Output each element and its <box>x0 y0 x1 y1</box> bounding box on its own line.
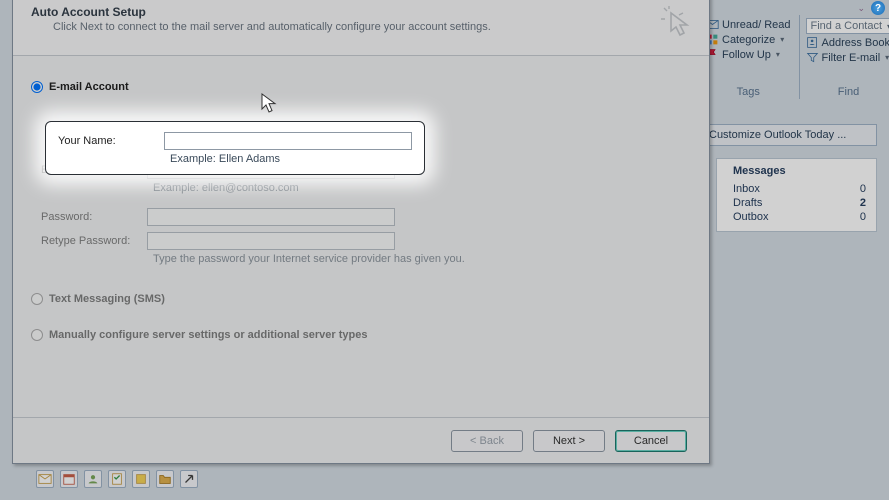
wizard-cursor-icon <box>655 5 695 45</box>
radio-input[interactable] <box>31 329 43 341</box>
list-item-label: Inbox <box>733 183 760 195</box>
field-your-name: Your Name: <box>58 132 412 150</box>
auto-account-setup-dialog: Auto Account Setup Click Next to connect… <box>12 0 710 464</box>
messages-panel: Messages Inbox 0 Drafts 2 Outbox 0 <box>716 158 877 232</box>
notes-icon[interactable] <box>132 470 150 488</box>
radio-email-account[interactable]: E-mail Account <box>31 81 691 93</box>
highlighted-your-name-field: Your Name: Example: Ellen Adams <box>45 121 425 175</box>
radio-input[interactable] <box>31 293 43 305</box>
messages-row-inbox[interactable]: Inbox 0 <box>727 183 866 195</box>
calendar-icon[interactable] <box>60 470 78 488</box>
radio-manual-config[interactable]: Manually configure server settings or ad… <box>31 329 691 341</box>
ribbon-group-find: Find a Contact▾ Address Book Filter E-ma… <box>799 15 889 99</box>
ribbon-collapse-chevron[interactable]: ⌄ <box>857 3 865 14</box>
unread-read-label: Unread/ Read <box>722 19 791 31</box>
contacts-icon[interactable] <box>84 470 102 488</box>
list-item-count: 0 <box>860 183 866 195</box>
your-name-input[interactable] <box>164 132 412 150</box>
ribbon-group-title: Tags <box>737 86 760 98</box>
customize-label: Customize Outlook Today ... <box>709 129 846 141</box>
folders-icon[interactable] <box>156 470 174 488</box>
list-item-label: Drafts <box>733 197 762 209</box>
password-hint: Type the password your Internet service … <box>153 253 691 265</box>
shortcuts-icon[interactable] <box>180 470 198 488</box>
find-contact-input[interactable]: Find a Contact▾ <box>806 18 889 34</box>
your-name-example: Example: Ellen Adams <box>170 153 412 165</box>
dialog-title: Auto Account Setup <box>31 5 491 19</box>
list-item-count: 2 <box>860 197 866 209</box>
nav-dock <box>36 470 198 488</box>
password-input[interactable] <box>147 208 395 226</box>
next-button[interactable]: Next > <box>533 430 605 452</box>
filter-email-label: Filter E-mail <box>822 52 881 64</box>
messages-row-outbox[interactable]: Outbox 0 <box>727 211 866 223</box>
field-label: Retype Password: <box>41 235 137 247</box>
field-retype-password: Retype Password: <box>41 232 691 250</box>
back-button: < Back <box>451 430 523 452</box>
mail-icon[interactable] <box>36 470 54 488</box>
address-book-label: Address Book <box>822 37 889 49</box>
retype-password-input[interactable] <box>147 232 395 250</box>
follow-up-label: Follow Up <box>722 49 771 61</box>
address-book-icon <box>806 36 819 49</box>
messages-title: Messages <box>727 165 866 177</box>
radio-label: Manually configure server settings or ad… <box>49 329 368 341</box>
funnel-icon <box>806 51 819 64</box>
radio-input[interactable] <box>31 81 43 93</box>
radio-label: E-mail Account <box>49 81 129 93</box>
mouse-cursor-icon <box>261 93 279 115</box>
follow-up-button[interactable]: Follow Up▾ <box>706 48 791 61</box>
list-item-label: Outbox <box>733 211 768 223</box>
field-label: Password: <box>41 211 137 223</box>
categorize-label: Categorize <box>722 34 775 46</box>
field-label: Your Name: <box>58 135 154 147</box>
ribbon-group-title: Find <box>838 86 859 98</box>
dialog-subtitle: Click Next to connect to the mail server… <box>53 21 491 33</box>
categorize-button[interactable]: Categorize▾ <box>706 33 791 46</box>
help-button[interactable]: ? <box>871 1 885 15</box>
radio-label: Text Messaging (SMS) <box>49 293 165 305</box>
unread-read-button[interactable]: Unread/ Read <box>706 18 791 31</box>
filter-email-button[interactable]: Filter E-mail▾ <box>806 51 889 64</box>
ribbon-group-tags: Unread/ Read Categorize▾ Follow Up▾ Tags <box>700 15 797 99</box>
field-password: Password: <box>41 208 691 226</box>
find-contact-label: Find a Contact <box>811 20 883 32</box>
messages-row-drafts[interactable]: Drafts 2 <box>727 197 866 209</box>
customize-outlook-today-button[interactable]: Customize Outlook Today ... <box>700 124 877 146</box>
radio-text-messaging[interactable]: Text Messaging (SMS) <box>31 293 691 305</box>
list-item-count: 0 <box>860 211 866 223</box>
tasks-icon[interactable] <box>108 470 126 488</box>
address-book-button[interactable]: Address Book <box>806 36 889 49</box>
email-example: Example: ellen@contoso.com <box>153 182 691 194</box>
cancel-button[interactable]: Cancel <box>615 430 687 452</box>
